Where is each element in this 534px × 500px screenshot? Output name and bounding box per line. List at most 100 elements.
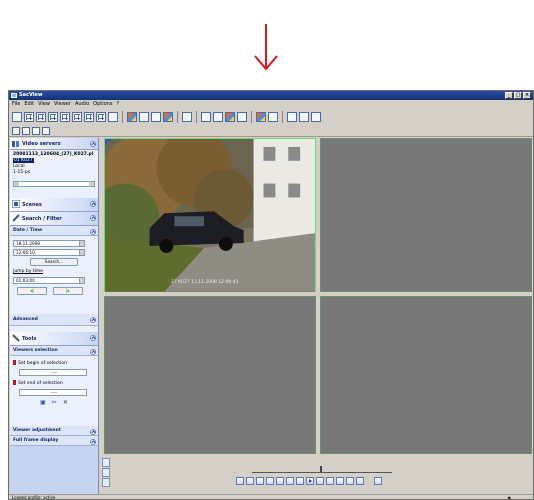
- scissors-icon[interactable]: [268, 111, 278, 122]
- horizontal-scrollbar[interactable]: [13, 181, 95, 187]
- step-back-button[interactable]: [276, 477, 284, 485]
- zoom-icon[interactable]: [139, 111, 149, 122]
- print-icon[interactable]: [311, 111, 321, 122]
- collapse-scenes-icon[interactable]: [90, 201, 96, 207]
- pause-button[interactable]: [296, 477, 304, 485]
- rewind-button[interactable]: [266, 477, 274, 485]
- advanced-header[interactable]: Advanced: [10, 314, 98, 326]
- close-button[interactable]: ×: [523, 92, 531, 99]
- scroll-left-icon[interactable]: [14, 182, 19, 186]
- layout-4x4-icon[interactable]: [48, 111, 58, 122]
- jump-spinner-icon[interactable]: [79, 278, 84, 283]
- jump-time-field[interactable]: 01:03:00: [13, 277, 85, 284]
- menu-file[interactable]: File: [12, 100, 20, 108]
- layout-1plus7-icon[interactable]: [84, 111, 94, 122]
- status-bar: Loaded profile: active ◉: [9, 494, 533, 499]
- viewer-adjustment-header[interactable]: Viewer adjustment: [10, 426, 98, 436]
- menu-view[interactable]: View: [38, 100, 50, 108]
- table-icon[interactable]: [22, 126, 30, 135]
- layout-custom-icon[interactable]: [108, 111, 118, 122]
- menu-edit[interactable]: Edit: [24, 100, 34, 108]
- set-begin-row[interactable]: Set begin of selection: [13, 360, 95, 367]
- section-scenes[interactable]: Scenes: [10, 198, 98, 212]
- viewer-2[interactable]: [320, 138, 532, 292]
- play-button[interactable]: [306, 477, 314, 485]
- viewer-4[interactable]: [320, 296, 532, 454]
- menu-options[interactable]: Options: [93, 100, 112, 108]
- export-icon[interactable]: [256, 111, 266, 122]
- set-end-row[interactable]: Set end of selection: [13, 380, 95, 387]
- section-video-servers[interactable]: Video servers: [10, 138, 98, 150]
- viewer-1[interactable]: 27 K027 13.11.2008 12:06:41: [104, 138, 316, 292]
- list-icon[interactable]: [12, 126, 20, 135]
- layout-1plus12-icon[interactable]: [96, 111, 106, 122]
- search-button[interactable]: Search...: [30, 258, 78, 266]
- side-tab-monitor[interactable]: [102, 458, 110, 467]
- side-tab-tools[interactable]: [102, 468, 110, 477]
- play-reverse-button[interactable]: [286, 477, 294, 485]
- jump-forward-button[interactable]: |▸: [53, 287, 83, 295]
- collapse-full-frame-icon[interactable]: [90, 439, 96, 445]
- ptz-icon[interactable]: [151, 111, 161, 122]
- jump-back-button[interactable]: ◂|: [17, 287, 47, 295]
- side-tab-settings[interactable]: [102, 478, 110, 487]
- begin-value-field: ----: [19, 369, 87, 376]
- section-tools[interactable]: Tools: [10, 332, 98, 346]
- timeline-slider[interactable]: [252, 466, 392, 473]
- time-spinner-icon[interactable]: [79, 250, 84, 255]
- section-search-filter[interactable]: Search / Filter: [10, 212, 98, 226]
- collapse-viewer-adjustment-icon[interactable]: [90, 429, 96, 435]
- cut-selection-icon[interactable]: ✂: [52, 399, 57, 406]
- collapse-advanced-icon[interactable]: [90, 317, 96, 323]
- go-to-end-button[interactable]: [356, 477, 364, 485]
- save-icon[interactable]: [287, 111, 297, 122]
- date-field[interactable]: 18.11.2008: [13, 240, 85, 247]
- collapse-viewers-selection-icon[interactable]: [90, 349, 96, 355]
- search-icon[interactable]: [42, 126, 50, 135]
- selected-server-item[interactable]: 01 K027: [13, 158, 34, 163]
- camera-image: [105, 139, 315, 292]
- filter-icon[interactable]: [32, 126, 40, 135]
- date-dropdown-icon[interactable]: [79, 241, 84, 246]
- menu-viewer[interactable]: Viewer: [54, 100, 71, 108]
- save-selection-icon[interactable]: ▣: [40, 399, 46, 406]
- menu-help[interactable]: ?: [116, 100, 119, 108]
- image-adjust-icon[interactable]: [163, 111, 173, 122]
- collapse-video-servers-icon[interactable]: [90, 141, 96, 147]
- time-field[interactable]: 12:06:10: [13, 249, 85, 256]
- viewers-selection-header[interactable]: Viewers selection: [10, 346, 98, 356]
- menu-audio[interactable]: Audio: [75, 100, 89, 108]
- date-time-header[interactable]: Date / Time: [10, 226, 98, 236]
- view-mode-4-icon[interactable]: [237, 111, 247, 122]
- previous-event-button[interactable]: [246, 477, 254, 485]
- view-mode-3-icon[interactable]: [225, 111, 235, 122]
- fast-forward-button[interactable]: [336, 477, 344, 485]
- layout-3x3-icon[interactable]: [36, 111, 46, 122]
- server-entry[interactable]: 1-15-ps: [13, 170, 95, 176]
- step-forward-button[interactable]: [316, 477, 324, 485]
- layout-2x2-icon[interactable]: [24, 111, 34, 122]
- layout-1plus5-icon[interactable]: [72, 111, 82, 122]
- collapse-tools-icon[interactable]: [90, 335, 96, 341]
- layout-5x5-icon[interactable]: [60, 111, 70, 122]
- view-mode-2-icon[interactable]: [213, 111, 223, 122]
- delete-selection-icon[interactable]: ✕: [63, 399, 68, 406]
- timeline-thumb[interactable]: [320, 466, 322, 472]
- live-button[interactable]: [374, 477, 382, 485]
- forward-button[interactable]: [326, 477, 334, 485]
- full-frame-display-header[interactable]: Full frame display: [10, 436, 98, 446]
- snapshot-icon[interactable]: [127, 111, 137, 122]
- view-mode-1-icon[interactable]: [201, 111, 211, 122]
- minimize-button[interactable]: _: [505, 92, 513, 99]
- viewer-3[interactable]: [104, 296, 316, 454]
- scroll-right-icon[interactable]: [89, 182, 94, 186]
- collapse-date-time-icon[interactable]: [90, 229, 96, 235]
- save-as-icon[interactable]: [299, 111, 309, 122]
- fast-rewind-button[interactable]: [256, 477, 264, 485]
- layout-1x1-icon[interactable]: [12, 111, 22, 122]
- go-to-start-button[interactable]: [236, 477, 244, 485]
- collapse-search-filter-icon[interactable]: [90, 215, 96, 221]
- maximize-button[interactable]: □: [514, 92, 522, 99]
- next-event-button[interactable]: [346, 477, 354, 485]
- fullscreen-icon[interactable]: [182, 111, 192, 122]
